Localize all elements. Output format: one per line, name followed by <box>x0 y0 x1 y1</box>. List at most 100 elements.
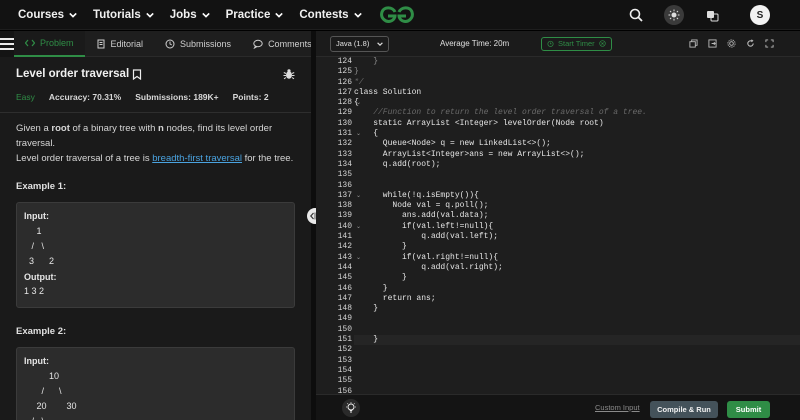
code-line[interactable]: q.add(val.left); <box>354 232 800 242</box>
code-lines[interactable]: }} */class Solution{ //Function to return… <box>354 57 800 394</box>
tab-label: Comments <box>268 38 312 49</box>
desc-text: Level order traversal of a tree is <box>16 153 153 164</box>
problem-content: Level order traversal Easy Accuracy: 70.… <box>0 68 311 420</box>
gfg-logo-icon[interactable] <box>378 4 416 26</box>
lightbulb-icon[interactable] <box>342 399 360 417</box>
custom-input-link[interactable]: Custom Input <box>595 403 640 412</box>
line-number: 147 <box>337 293 352 303</box>
line-number: 128 ⌄ <box>337 98 361 108</box>
line-number: 130 <box>337 118 352 128</box>
code-line[interactable]: } <box>354 57 800 67</box>
start-timer-button[interactable]: Start Timer <box>541 36 612 51</box>
reset-icon[interactable] <box>746 39 755 48</box>
problem-meta: Easy Accuracy: 70.31% Submissions: 189K+… <box>16 92 295 102</box>
line-number: 131 ⌄ <box>337 129 361 139</box>
search-icon[interactable] <box>626 5 646 25</box>
code-line[interactable] <box>354 170 800 180</box>
code-line[interactable]: } <box>354 242 800 252</box>
problem-title-row: Level order traversal <box>16 68 295 80</box>
code-line[interactable]: { <box>354 129 800 139</box>
code-line[interactable]: ArrayList<Integer>ans = new ArrayList<>(… <box>354 150 800 160</box>
line-number: 136 <box>337 180 352 190</box>
code-line[interactable] <box>354 366 800 376</box>
example-output-label: Output: <box>24 272 57 282</box>
tab-submissions[interactable]: Submissions <box>154 31 242 57</box>
desc-text: Given a <box>16 123 52 134</box>
line-number: 134 <box>337 159 352 169</box>
code-line[interactable] <box>354 325 800 335</box>
code-line[interactable]: return ans; <box>354 294 800 304</box>
tab-editorial[interactable]: Editorial <box>85 31 155 57</box>
nav-item-practice[interactable]: Practice <box>226 9 284 21</box>
code-line[interactable]: } <box>354 335 800 346</box>
code-line[interactable]: q.add(root); <box>354 160 800 170</box>
points-label: Points: <box>232 92 262 102</box>
settings-icon[interactable] <box>727 39 736 48</box>
nav-item-contests[interactable]: Contests <box>299 9 362 21</box>
code-line[interactable] <box>354 356 800 366</box>
code-line[interactable] <box>354 181 800 191</box>
accuracy-stat: Accuracy: 70.31% <box>49 92 121 102</box>
export-icon[interactable] <box>708 39 717 48</box>
code-line[interactable]: } <box>354 304 800 314</box>
submit-button[interactable]: Submit <box>727 401 770 418</box>
bfs-link[interactable]: breadth-first traversal <box>152 153 242 164</box>
nav-item-tutorials[interactable]: Tutorials <box>93 9 154 21</box>
bookmark-icon[interactable] <box>132 68 142 80</box>
submissions-value: 189K+ <box>193 92 219 102</box>
code-line[interactable]: if(val.right!=null){ <box>354 253 800 263</box>
hamburger-menu-icon[interactable] <box>0 30 14 57</box>
bug-icon[interactable] <box>283 68 295 80</box>
code-line[interactable] <box>354 387 800 395</box>
chevron-down-icon <box>353 12 362 18</box>
code-line[interactable] <box>354 345 800 355</box>
code-line[interactable]: ans.add(val.data); <box>354 211 800 221</box>
code-icon <box>25 39 35 46</box>
tab-problem[interactable]: Problem <box>14 30 85 57</box>
user-avatar[interactable]: S <box>750 5 770 25</box>
language-select[interactable]: Java (1.8) <box>330 35 390 52</box>
line-number: 137 ⌄ <box>337 190 361 200</box>
code-line[interactable]: } <box>354 284 800 294</box>
chevron-down-icon <box>69 12 77 18</box>
chevron-down-icon <box>377 41 384 46</box>
nav-item-jobs[interactable]: Jobs <box>170 9 210 21</box>
example-tree: 10 / \ 20 30 / \ <box>32 371 77 420</box>
copy-icon[interactable] <box>689 39 698 48</box>
line-number: 148 <box>337 304 352 314</box>
line-number: 127 <box>337 87 352 97</box>
example-1-title: Example 1: <box>16 181 67 192</box>
line-number: 125 <box>337 67 352 77</box>
example-input-label: Input: <box>24 211 49 221</box>
problem-title: Level order traversal <box>16 68 142 80</box>
code-line[interactable]: while(!q.isEmpty()){ <box>354 191 800 201</box>
code-line[interactable]: if(val.left!=null){ <box>354 222 800 232</box>
line-number: 145 <box>337 273 352 283</box>
example-input-label: Input: <box>24 356 49 366</box>
nav-menu: Courses Tutorials Jobs Practice Contests <box>0 9 362 21</box>
fullscreen-icon[interactable] <box>765 39 774 48</box>
code-line[interactable]: class Solution <box>354 88 800 98</box>
desc-text: for the tree. <box>242 153 294 164</box>
code-line[interactable]: //Function to return the level order tra… <box>354 108 800 118</box>
code-line[interactable] <box>354 376 800 386</box>
divider <box>0 112 311 113</box>
code-line[interactable]: static ArrayList <Integer> levelOrder(No… <box>354 119 800 129</box>
example-output-value: 1 3 2 <box>24 286 45 296</box>
line-number: 143 ⌄ <box>337 252 361 262</box>
problem-title-text: Level order traversal <box>16 68 130 80</box>
code-line[interactable]: } <box>354 67 800 77</box>
code-line[interactable] <box>354 314 800 324</box>
nav-item-courses[interactable]: Courses <box>18 9 77 21</box>
theme-toggle-sun-icon[interactable] <box>664 5 684 25</box>
code-line[interactable]: Queue<Node> q = new LinkedList<>(); <box>354 139 800 149</box>
code-line[interactable]: Node val = q.poll(); <box>354 201 800 211</box>
code-line[interactable]: } <box>354 273 800 283</box>
translate-icon[interactable] <box>702 5 722 25</box>
code-line[interactable]: */ <box>354 78 800 88</box>
code-line[interactable]: q.add(val.right); <box>354 263 800 273</box>
code-area[interactable]: 124 125 126 127 128 ⌄ 129 130 131 ⌄ 132 133 134 135 13… <box>316 57 800 394</box>
chevron-down-icon <box>275 12 284 18</box>
compile-run-button[interactable]: Compile & Run <box>650 401 718 418</box>
code-line[interactable]: { <box>354 98 800 108</box>
